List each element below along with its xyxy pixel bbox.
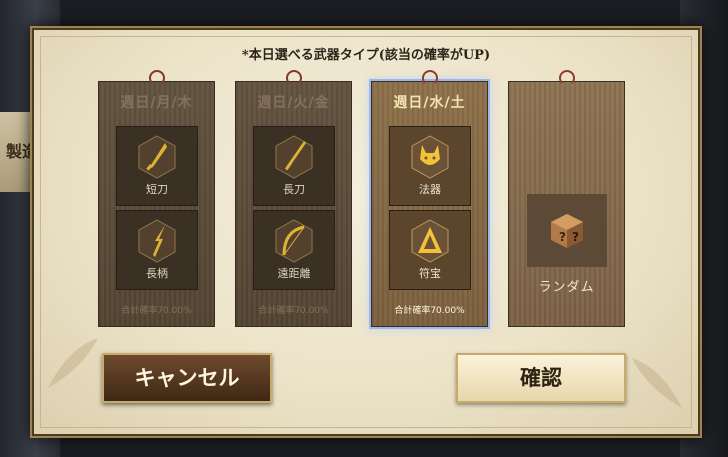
dagger-icon <box>138 135 176 179</box>
weapon-card-wed-sat[interactable]: 週日/水/土 法器 符宝 合計確率70.00% <box>369 70 490 329</box>
card-hanger <box>558 70 575 86</box>
bow-icon <box>275 219 313 263</box>
total-rate: 合計確率70.00% <box>258 306 329 316</box>
card-hanger <box>421 70 438 86</box>
card-hanger <box>285 70 302 86</box>
spear-icon <box>138 219 176 263</box>
weapon-label: 符宝 <box>419 267 441 280</box>
card-hanger <box>148 70 165 86</box>
weapon-card-tue-fri[interactable]: 週日/火/金 長刀 遠距離 合計確率70.00% <box>235 70 352 327</box>
total-rate: 合計確率70.00% <box>394 306 465 316</box>
weapon-card-random[interactable]: ? ? ランダム <box>508 70 625 327</box>
weapon-label: 長柄 <box>146 267 168 280</box>
svg-text:?: ? <box>572 230 579 244</box>
weapon-label: 長刀 <box>283 183 305 196</box>
weapon-slot-katana: 長刀 <box>253 126 335 206</box>
weapon-label: 遠距離 <box>277 267 311 280</box>
dialog-title: *本日選べる武器タイプ(該当の確率がUP) <box>241 48 491 63</box>
random-label: ランダム <box>538 280 595 295</box>
leaf-decoration-icon <box>632 358 682 408</box>
weapon-slot-bow: 遠距離 <box>253 210 335 290</box>
weapon-type-dialog: *本日選べる武器タイプ(該当の確率がUP) 週日/月/木 短刀 長柄 合計確率7… <box>30 26 702 438</box>
weapon-slot-ritual-tool: 法器 <box>389 126 471 206</box>
confirm-button[interactable]: 確認 <box>456 353 626 403</box>
weapon-slot-dagger: 短刀 <box>116 126 198 206</box>
card-days: 週日/月/木 <box>120 95 193 111</box>
weapon-slot-spear: 長柄 <box>116 210 198 290</box>
cancel-button[interactable]: キャンセル <box>102 353 272 403</box>
weapon-label: 法器 <box>419 183 441 196</box>
weapon-slot-talisman: 符宝 <box>389 210 471 290</box>
total-rate: 合計確率70.00% <box>121 306 192 316</box>
weapon-card-mon-thu[interactable]: 週日/月/木 短刀 長柄 合計確率70.00% <box>98 70 215 327</box>
card-days: 週日/水/土 <box>393 95 466 111</box>
talisman-icon <box>411 219 449 263</box>
fox-mask-icon <box>411 135 449 179</box>
random-icon-box: ? ? <box>527 194 607 267</box>
katana-icon <box>275 135 313 179</box>
weapon-label: 短刀 <box>146 183 168 196</box>
card-days: 週日/火/金 <box>257 95 330 111</box>
leaf-decoration-icon <box>48 338 98 388</box>
dice-icon: ? ? <box>551 213 583 248</box>
svg-text:?: ? <box>559 230 566 244</box>
